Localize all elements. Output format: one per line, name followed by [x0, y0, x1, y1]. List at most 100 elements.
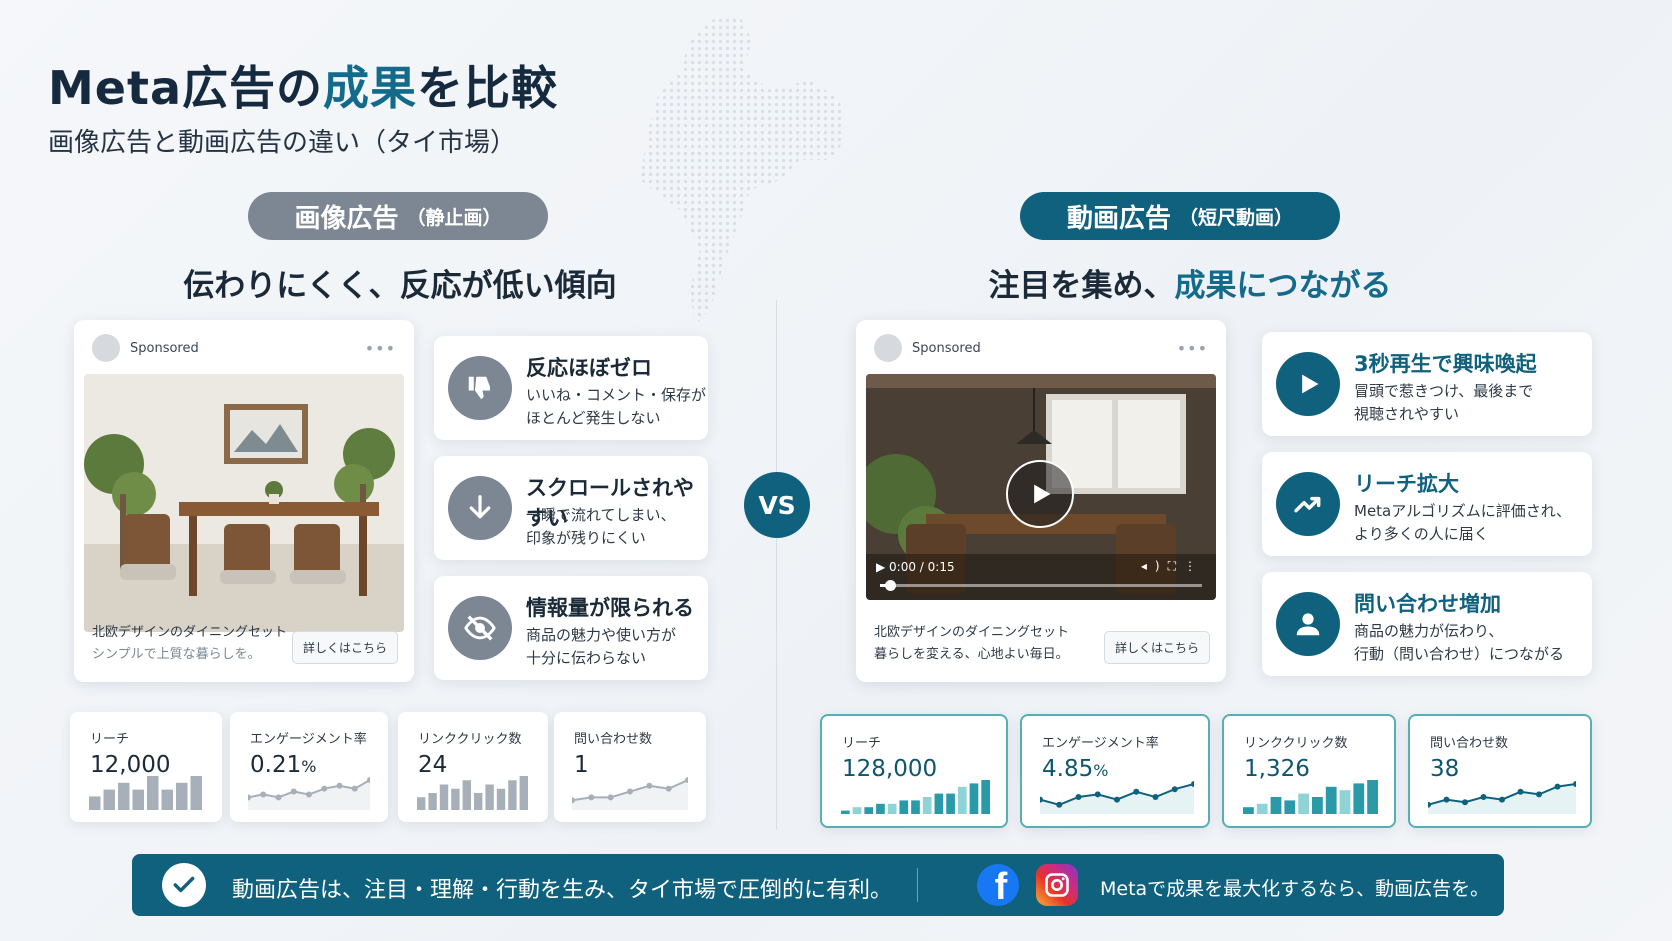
learn-more-button[interactable]: 詳しくはこちら [1103, 631, 1210, 664]
point [1056, 801, 1063, 808]
point [306, 791, 312, 798]
feature-desc: Metaアルゴリズムに評価され、 より多くの人に届く [1354, 502, 1571, 543]
bar [474, 793, 483, 810]
metric-label: リーチ [842, 736, 882, 751]
point [588, 794, 595, 801]
point [646, 782, 653, 789]
summary-banner: 動画広告は、注目・理解・行動を生み、タイ市場で圧倒的に有利。 f Metaで成果… [132, 854, 1504, 916]
bar [508, 780, 517, 810]
bar [969, 783, 979, 814]
video-ad-card[interactable]: Sponsored ••• ▶ 0:00 / 0:15 ◂)⛶⋮ 北欧デザインのダ… [856, 320, 1226, 682]
bar [1270, 797, 1282, 814]
metric-label: 問い合わせ数 [574, 732, 653, 747]
bar [852, 807, 862, 814]
image-headline: 伝わりにくく、反応が低い傾向 [183, 268, 617, 304]
ad-caption-sub: シンプルで上質な暮らしを。 [92, 647, 261, 662]
point [1133, 788, 1140, 795]
banner-divider [917, 868, 918, 902]
metric-card: リンククリック数 24 [398, 712, 548, 822]
eye-slash-icon [448, 596, 512, 660]
bar [428, 793, 437, 810]
video-player[interactable]: ▶ 0:00 / 0:15 ◂)⛶⋮ [866, 374, 1216, 600]
point [1554, 783, 1561, 790]
bar [934, 793, 944, 814]
bar [190, 776, 202, 810]
avatar [92, 334, 120, 362]
feature-card: 問い合わせ増加 商品の魅力が伝わり、 行動（問い合わせ）につながる [1262, 572, 1592, 676]
metric-card: 問い合わせ数 1 [554, 712, 706, 822]
bar [1243, 807, 1254, 814]
bar [841, 810, 850, 814]
metric-card: リーチ 12,000 [70, 712, 222, 822]
point [1517, 788, 1524, 795]
video-ad-pill: 動画広告 （短尺動画） [1020, 192, 1340, 240]
bar [89, 796, 101, 810]
metric-label: リンククリック数 [418, 732, 522, 747]
video-progress-bar[interactable] [880, 580, 1202, 591]
point [260, 791, 267, 798]
bar [887, 803, 897, 814]
bar [462, 780, 471, 810]
bar [1339, 790, 1351, 814]
bar [118, 782, 130, 810]
bar [1367, 780, 1378, 814]
bar [1298, 793, 1309, 814]
point [1462, 799, 1468, 806]
page-title: Meta広告の成果を比較 [48, 61, 559, 115]
metric-label: エンゲージメント率 [250, 732, 367, 747]
video-headline: 注目を集め、成果につながる [988, 268, 1392, 304]
metric-card: 問い合わせ数 38 [1408, 714, 1592, 828]
metric-sparkline [572, 777, 688, 810]
divider [776, 300, 777, 830]
banner-main-text: 動画広告は、注目・理解・行動を生み、タイ市場で圧倒的に有利。 [232, 878, 893, 903]
arrow-down-icon [448, 476, 512, 540]
instagram-icon [1036, 864, 1078, 906]
bar [103, 789, 115, 810]
video-time: ▶ 0:00 / 0:15 [876, 560, 955, 574]
play-icon [1276, 352, 1340, 416]
video-controls[interactable]: ◂)⛶⋮ [1141, 559, 1204, 574]
page-subtitle: 画像広告と動画広告の違い（タイ市場） [48, 128, 517, 158]
metric-card: リーチ 128,000 [820, 714, 1008, 828]
bar [451, 788, 460, 810]
point [351, 785, 358, 792]
point [627, 788, 633, 795]
feature-desc: いいね・コメント・保存が ほとんど発生しない [526, 386, 707, 427]
more-menu-icon[interactable]: ••• [1177, 339, 1208, 358]
point [1152, 794, 1159, 800]
feature-card: リーチ拡大 Metaアルゴリズムに評価され、 より多くの人に届く [1262, 452, 1592, 556]
bar [1256, 803, 1268, 814]
learn-more-button[interactable]: 詳しくはこちら [291, 631, 398, 664]
point [1114, 796, 1120, 803]
point [1499, 796, 1505, 803]
metric-sparkline [248, 777, 370, 810]
banner-sub-text: Metaで成果を最大化するなら、動画広告を。 [1100, 878, 1490, 900]
point [1075, 794, 1082, 800]
image-ad-pill: 画像広告 （静止画） [248, 192, 548, 240]
ad-caption-sub: 暮らしを変える、心地よい毎日。 [874, 647, 1069, 662]
feature-card: 反応ほぼゼロ いいね・コメント・保存が ほとんど発生しない [434, 336, 708, 440]
facebook-icon: f [977, 864, 1019, 906]
play-icon [1034, 484, 1051, 504]
vs-badge: VS [744, 472, 810, 538]
ad-caption-title: 北欧デザインのダイニングセット [92, 625, 288, 640]
bar [176, 782, 188, 810]
more-menu-icon[interactable]: ••• [365, 339, 396, 358]
person-icon [1276, 592, 1340, 656]
feature-title: 情報量が限られる [526, 596, 694, 620]
metric-sparkline [89, 776, 202, 810]
feature-title: 3秒再生で興味喚起 [1354, 352, 1537, 376]
feature-card: スクロールされやすい 一瞬で流れてしまい、 印象が残りにくい [434, 456, 708, 560]
play-button[interactable] [1006, 460, 1074, 528]
bar [876, 803, 885, 814]
sponsored-label: Sponsored [130, 340, 199, 356]
feature-card: 情報量が限られる 商品の魅力や使い方が 十分に伝わらない [434, 576, 708, 680]
point [1536, 791, 1542, 798]
bar [946, 793, 955, 814]
bar [1284, 800, 1296, 814]
bar [417, 797, 426, 810]
image-ad-card[interactable]: Sponsored ••• 北欧デザインのダイニングセット シンプルで上質な暮らしを… [74, 320, 414, 682]
point [321, 785, 328, 792]
ad-caption-title: 北欧デザインのダイニングセット [874, 625, 1070, 640]
sponsored-label: Sponsored [912, 340, 981, 356]
